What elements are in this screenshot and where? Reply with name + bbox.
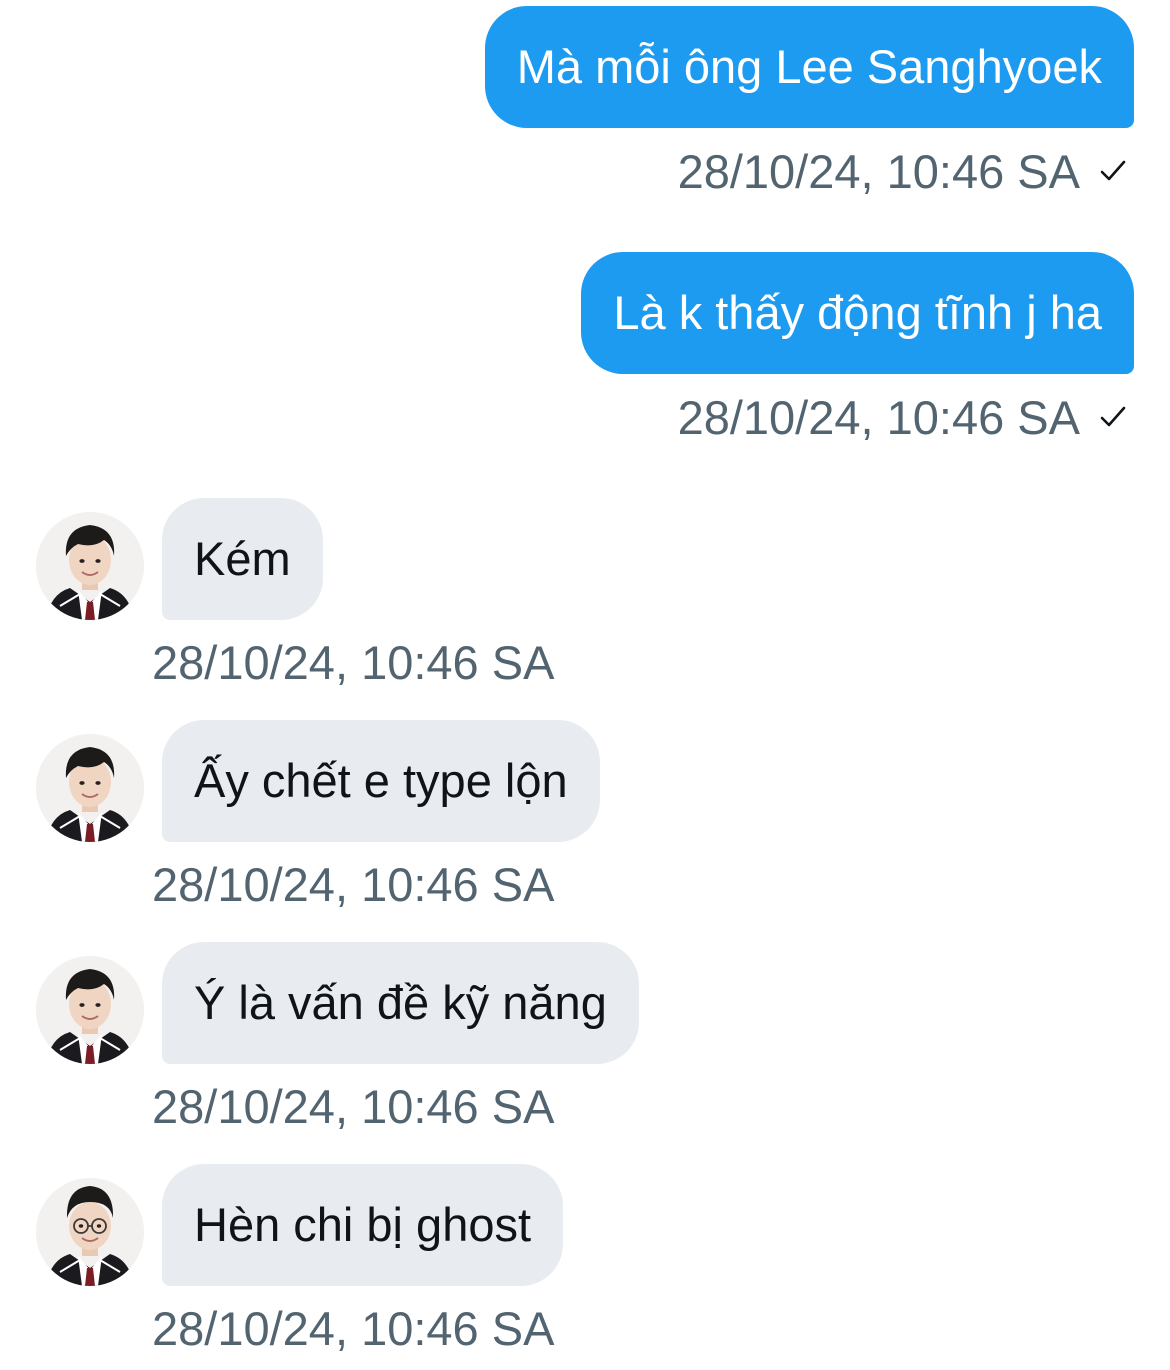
message-text: Ấy chết e type lộn bbox=[194, 754, 568, 807]
sent-message-bubble[interactable]: Mà mỗi ông Lee Sanghyoek bbox=[484, 6, 1134, 128]
received-message-bubble[interactable]: Kém bbox=[162, 498, 323, 620]
sent-message-bubble[interactable]: Là k thấy động tĩnh j ha bbox=[581, 252, 1134, 374]
received-message-bubble[interactable]: Ý là vấn đề kỹ năng bbox=[162, 942, 639, 1064]
avatar-glasses-icon[interactable] bbox=[36, 1178, 144, 1286]
message-timestamp: 28/10/24, 10:46 SA bbox=[677, 144, 1080, 198]
message-text: Mà mỗi ông Lee Sanghyoek bbox=[516, 40, 1102, 93]
message-timestamp: 28/10/24, 10:46 SA bbox=[152, 636, 555, 689]
message-text: Hèn chi bị ghost bbox=[194, 1198, 532, 1251]
message-timestamp: 28/10/24, 10:46 SA bbox=[152, 1080, 555, 1133]
message-meta: 28/10/24, 10:46 SA bbox=[678, 389, 1128, 445]
message-timestamp: 28/10/24, 10:46 SA bbox=[152, 858, 555, 911]
message-text: Là k thấy động tĩnh j ha bbox=[613, 286, 1102, 339]
message-text: Ý là vấn đề kỹ năng bbox=[194, 976, 607, 1029]
message-timestamp: 28/10/24, 10:46 SA bbox=[677, 390, 1080, 444]
received-message-bubble[interactable]: Ấy chết e type lộn bbox=[162, 720, 600, 842]
avatar-icon[interactable] bbox=[36, 512, 144, 620]
message-timestamp: 28/10/24, 10:46 SA bbox=[152, 1302, 555, 1355]
avatar-icon[interactable] bbox=[36, 734, 144, 842]
check-icon bbox=[1100, 160, 1126, 181]
message-meta: 28/10/24, 10:46 SA bbox=[678, 143, 1128, 199]
avatar-icon[interactable] bbox=[36, 956, 144, 1064]
message-text: Kém bbox=[194, 532, 291, 585]
check-icon bbox=[1100, 406, 1126, 427]
received-message-bubble[interactable]: Hèn chi bị ghost bbox=[162, 1164, 564, 1286]
message-thread: Mà mỗi ông Lee Sanghyoek 28/10/24, 10:46… bbox=[0, 0, 1170, 1370]
